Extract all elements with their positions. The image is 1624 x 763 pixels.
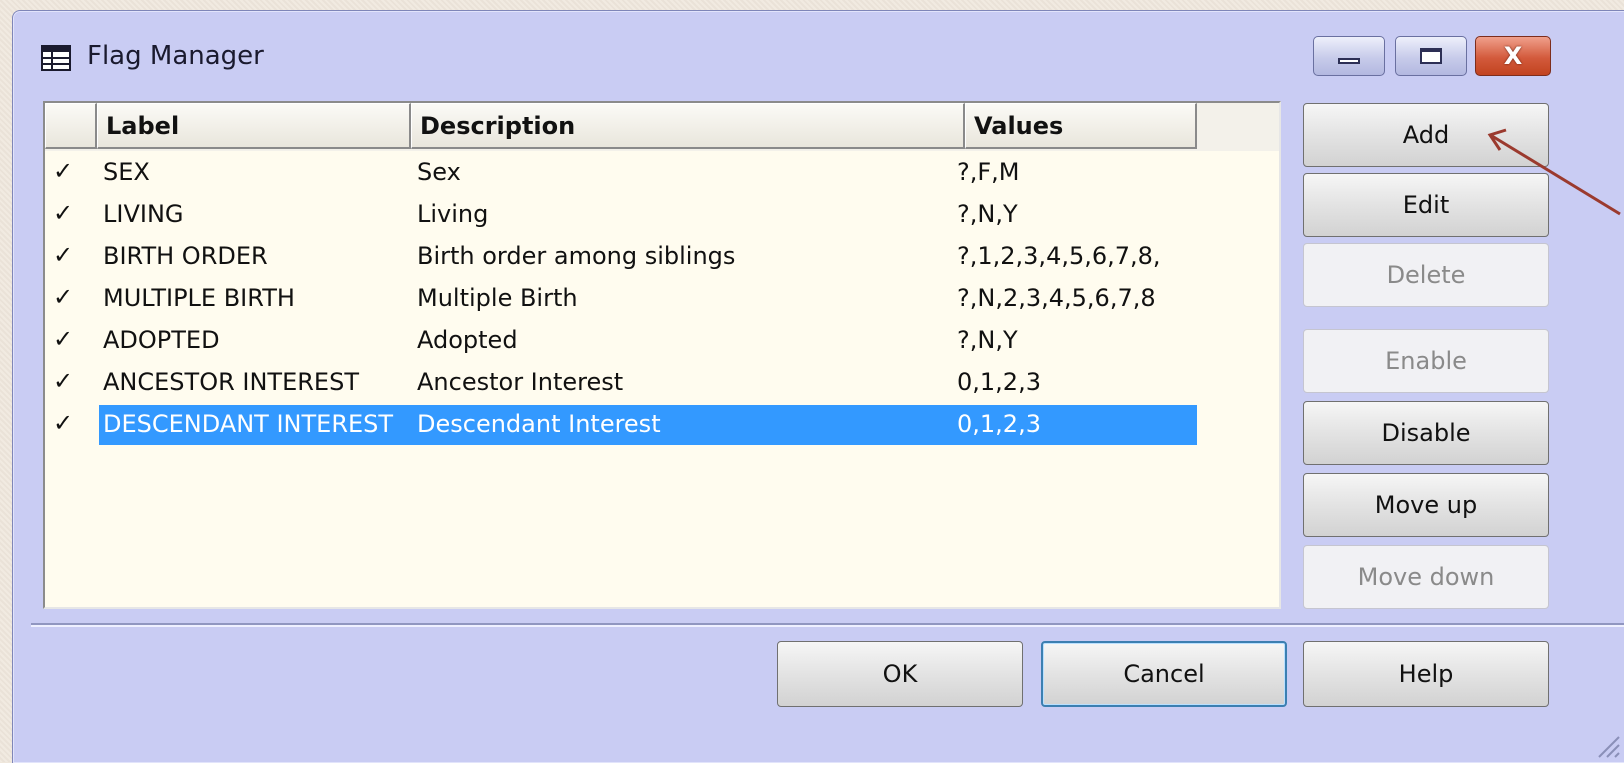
divider	[31, 623, 1624, 627]
annotation-arrow-icon	[1470, 120, 1624, 230]
row-values: ?,N,Y	[957, 326, 1197, 354]
row-label: DESCENDANT INTEREST	[103, 410, 413, 438]
move-down-button[interactable]: Move down	[1303, 545, 1549, 609]
row-values: ?,1,2,3,4,5,6,7,8,	[957, 242, 1197, 270]
check-icon: ✓	[53, 241, 73, 269]
table-row[interactable]: ✓ LIVING Living ?,N,Y	[45, 195, 1279, 235]
row-description: Sex	[417, 158, 961, 186]
ok-button[interactable]: OK	[777, 641, 1023, 707]
table-icon	[41, 45, 71, 71]
row-values: 0,1,2,3	[957, 410, 1197, 438]
row-description: Living	[417, 200, 961, 228]
row-label: LIVING	[103, 200, 413, 228]
close-button[interactable]: X	[1475, 36, 1551, 76]
column-header-label[interactable]: Label	[97, 103, 411, 149]
list-header: Label Description Values	[45, 103, 1279, 151]
maximize-icon	[1420, 48, 1442, 64]
row-label: BIRTH ORDER	[103, 242, 413, 270]
close-icon: X	[1504, 42, 1523, 70]
resize-grip-icon[interactable]	[1591, 729, 1621, 759]
window-title: Flag Manager	[87, 41, 264, 71]
row-description: Multiple Birth	[417, 284, 961, 312]
check-icon: ✓	[53, 367, 73, 395]
row-values: ?,N,Y	[957, 200, 1197, 228]
row-values: 0,1,2,3	[957, 368, 1197, 396]
row-values: ?,F,M	[957, 158, 1197, 186]
table-row[interactable]: ✓ SEX Sex ?,F,M	[45, 153, 1279, 193]
row-values: ?,N,2,3,4,5,6,7,8	[957, 284, 1197, 312]
table-row[interactable]: ✓ MULTIPLE BIRTH Multiple Birth ?,N,2,3,…	[45, 279, 1279, 319]
row-label: MULTIPLE BIRTH	[103, 284, 413, 312]
table-row[interactable]: ✓ ADOPTED Adopted ?,N,Y	[45, 321, 1279, 361]
check-icon: ✓	[53, 157, 73, 185]
enable-button[interactable]: Enable	[1303, 329, 1549, 393]
column-header-values[interactable]: Values	[965, 103, 1197, 149]
delete-button[interactable]: Delete	[1303, 243, 1549, 307]
table-row[interactable]: ✓ BIRTH ORDER Birth order among siblings…	[45, 237, 1279, 277]
check-icon: ✓	[53, 325, 73, 353]
move-up-button[interactable]: Move up	[1303, 473, 1549, 537]
check-icon: ✓	[53, 409, 73, 437]
column-header-description[interactable]: Description	[411, 103, 965, 149]
table-row[interactable]: ✓ ANCESTOR INTEREST Ancestor Interest 0,…	[45, 363, 1279, 403]
flag-list[interactable]: Label Description Values ✓ SEX Sex ?,F,M…	[43, 101, 1281, 609]
row-label: SEX	[103, 158, 413, 186]
table-row-selected[interactable]: ✓ DESCENDANT INTEREST Descendant Interes…	[45, 405, 1279, 445]
check-icon: ✓	[53, 199, 73, 227]
row-description: Ancestor Interest	[417, 368, 961, 396]
column-header-enabled[interactable]	[45, 103, 97, 149]
row-description: Descendant Interest	[417, 410, 961, 438]
flag-manager-dialog: Flag Manager X Label Description Values …	[12, 10, 1624, 763]
title-bar[interactable]: Flag Manager X	[13, 11, 1624, 95]
cancel-button[interactable]: Cancel	[1041, 641, 1287, 707]
help-button[interactable]: Help	[1303, 641, 1549, 707]
minimize-icon	[1338, 58, 1360, 64]
disable-button[interactable]: Disable	[1303, 401, 1549, 465]
row-label: ANCESTOR INTEREST	[103, 368, 413, 396]
maximize-button[interactable]	[1395, 36, 1467, 76]
row-description: Birth order among siblings	[417, 242, 961, 270]
row-label: ADOPTED	[103, 326, 413, 354]
minimize-button[interactable]	[1313, 36, 1385, 76]
check-icon: ✓	[53, 283, 73, 311]
row-description: Adopted	[417, 326, 961, 354]
